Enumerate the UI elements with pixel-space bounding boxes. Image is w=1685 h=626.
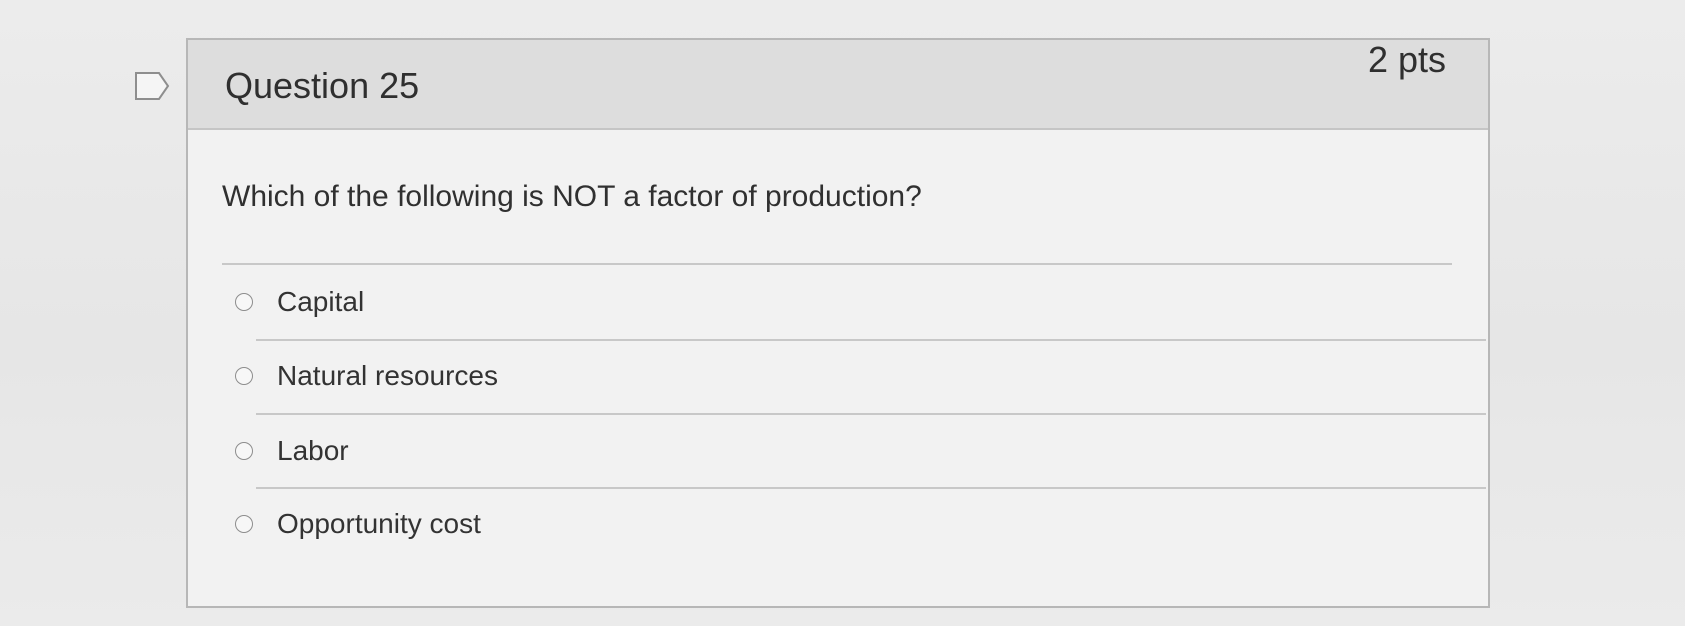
radio-button[interactable] [235,515,253,533]
answer-option[interactable]: Capital [222,272,1452,332]
answer-option[interactable]: Labor [222,421,1452,481]
answer-label: Labor [277,435,349,466]
answer-label: Capital [277,286,365,317]
divider [256,339,1486,341]
divider [256,413,1486,415]
flag-question-icon[interactable] [134,71,170,101]
question-card: Question 25 2 pts Which of the following… [186,38,1490,608]
radio-button[interactable] [235,293,253,311]
answer-option[interactable]: Opportunity cost [222,494,1452,554]
answer-option[interactable]: Natural resources [222,346,1452,406]
divider [256,487,1486,489]
answer-list: Capital Natural resources Labor Opportun… [222,40,1486,606]
answer-label: Opportunity cost [277,508,481,539]
radio-button[interactable] [235,367,253,385]
bookmark-flag-icon [135,72,170,100]
answer-label: Natural resources [277,360,498,391]
radio-button[interactable] [235,442,253,460]
